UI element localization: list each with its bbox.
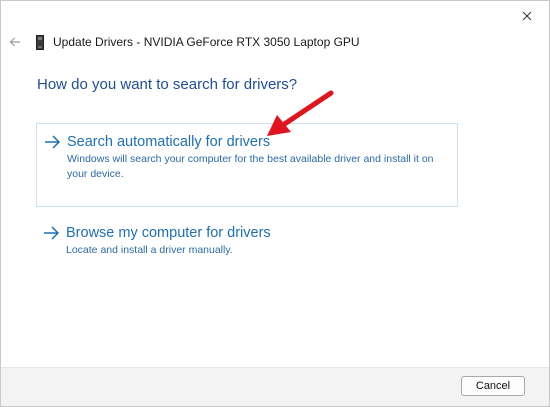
gpu-device-icon <box>35 34 44 50</box>
browse-computer-title: Browse my computer for drivers <box>66 225 271 241</box>
update-drivers-dialog: Update Drivers - NVIDIA GeForce RTX 3050… <box>0 0 550 407</box>
search-automatically-description: Windows will search your computer for th… <box>67 153 434 180</box>
browse-computer-option[interactable]: Browse my computer for drivers Locate an… <box>36 215 458 271</box>
search-automatically-title: Search automatically for drivers <box>67 134 271 150</box>
close-button[interactable] <box>513 5 541 27</box>
red-pointer-arrow-icon <box>267 90 334 136</box>
cancel-button[interactable]: Cancel <box>461 376 525 396</box>
arrow-right-icon <box>45 135 61 149</box>
dialog-title: Update Drivers - NVIDIA GeForce RTX 3050… <box>53 35 360 49</box>
page-heading: How do you want to search for drivers? <box>37 76 298 93</box>
dialog-header: Update Drivers - NVIDIA GeForce RTX 3050… <box>7 32 360 52</box>
search-automatically-option[interactable]: Search automatically for drivers Windows… <box>36 123 458 207</box>
close-icon[interactable] <box>522 11 532 21</box>
arrow-right-icon <box>44 226 60 240</box>
dialog-footer: Cancel <box>1 367 549 406</box>
back-arrow-icon[interactable] <box>9 36 21 48</box>
browse-computer-description: Locate and install a driver manually. <box>66 244 233 256</box>
back-button[interactable] <box>7 34 23 50</box>
